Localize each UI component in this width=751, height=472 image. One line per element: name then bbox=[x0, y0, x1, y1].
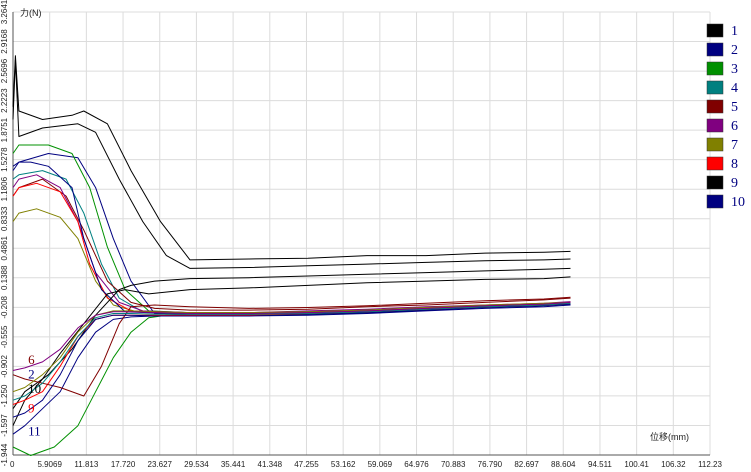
legend-swatch bbox=[706, 175, 724, 190]
x-axis-title: 位移(mm) bbox=[650, 431, 689, 442]
x-tick-label: 106.32 bbox=[661, 460, 686, 469]
x-tick-label: 17.720 bbox=[111, 460, 136, 469]
x-tick-label: 94.511 bbox=[588, 460, 612, 469]
legend-swatch bbox=[706, 42, 724, 57]
legend-swatch bbox=[706, 194, 724, 209]
y-tick-label: 3.2641 bbox=[0, 0, 9, 24]
y-tick-label: 2.2223 bbox=[0, 88, 9, 113]
curve-label: 2 bbox=[28, 367, 34, 382]
y-tick-label: -0.902 bbox=[0, 355, 9, 378]
y-tick-label: -1.597 bbox=[0, 414, 9, 437]
x-tick-label: 76.790 bbox=[478, 460, 503, 469]
curve-label: 9 bbox=[28, 401, 34, 416]
legend-swatch bbox=[706, 23, 724, 38]
x-tick-label: 35.441 bbox=[221, 460, 246, 469]
x-tick-label: 47.255 bbox=[294, 460, 319, 469]
legend-label: 9 bbox=[731, 176, 738, 191]
y-tick-label: 1.5278 bbox=[0, 147, 9, 172]
legend-label: 8 bbox=[731, 157, 738, 172]
x-tick-label: 88.604 bbox=[551, 460, 576, 469]
legend-label: 2 bbox=[731, 43, 738, 58]
y-tick-label: -0.208 bbox=[0, 295, 9, 318]
force-displacement-chart: -1.944 -1.597 -1.250 -0.902 -0.555 -0.208 0.13… bbox=[0, 0, 751, 472]
curve-label: 11 bbox=[28, 424, 41, 439]
legend-swatch bbox=[706, 156, 724, 171]
legend-label: 4 bbox=[731, 81, 738, 96]
y-axis-title: 力(N) bbox=[20, 7, 42, 18]
curve-label: 6 bbox=[28, 352, 35, 367]
x-tick-label: 11.813 bbox=[74, 460, 98, 469]
x-tick-label: 82.697 bbox=[514, 460, 539, 469]
y-tick-label: -1.250 bbox=[0, 384, 9, 407]
y-tick-label: 0.1388 bbox=[0, 265, 9, 290]
y-tick-label: 0.4861 bbox=[0, 235, 9, 260]
x-tick-label: 23.627 bbox=[148, 460, 173, 469]
x-tick-label: 41.348 bbox=[258, 460, 283, 469]
x-tick-label: 0 bbox=[10, 460, 15, 469]
legend-label: 10 bbox=[731, 195, 745, 210]
x-tick-label: 64.976 bbox=[404, 460, 429, 469]
legend-label: 1 bbox=[731, 24, 738, 39]
y-tick-label: 0.8333 bbox=[0, 206, 9, 231]
legend-label: 5 bbox=[731, 100, 738, 115]
legend-swatch bbox=[706, 61, 724, 76]
curve-label: 10 bbox=[28, 381, 41, 396]
legend-label: 6 bbox=[731, 119, 738, 134]
legend-swatch bbox=[706, 80, 724, 95]
y-tick-label: -1.944 bbox=[0, 443, 9, 466]
x-tick-label: 59.069 bbox=[368, 460, 393, 469]
legend-label: 3 bbox=[731, 62, 738, 77]
x-tick-label: 5.9069 bbox=[37, 460, 62, 469]
legend-label: 7 bbox=[731, 138, 738, 153]
legend-swatch bbox=[706, 137, 724, 152]
y-tick-label: -0.555 bbox=[0, 325, 9, 348]
y-tick-label: 2.5696 bbox=[0, 58, 9, 83]
x-tick-label: 100.41 bbox=[624, 460, 649, 469]
x-tick-label: 29.534 bbox=[184, 460, 209, 469]
x-tick-label: 112.23 bbox=[698, 460, 722, 469]
x-tick-label: 70.883 bbox=[441, 460, 466, 469]
y-tick-label: 2.9168 bbox=[0, 29, 9, 54]
legend-swatch bbox=[706, 118, 724, 133]
y-tick-label: 1.1806 bbox=[0, 176, 9, 201]
x-tick-label: 53.162 bbox=[331, 460, 356, 469]
legend-swatch bbox=[706, 99, 724, 114]
y-tick-label: 1.8751 bbox=[0, 117, 9, 142]
